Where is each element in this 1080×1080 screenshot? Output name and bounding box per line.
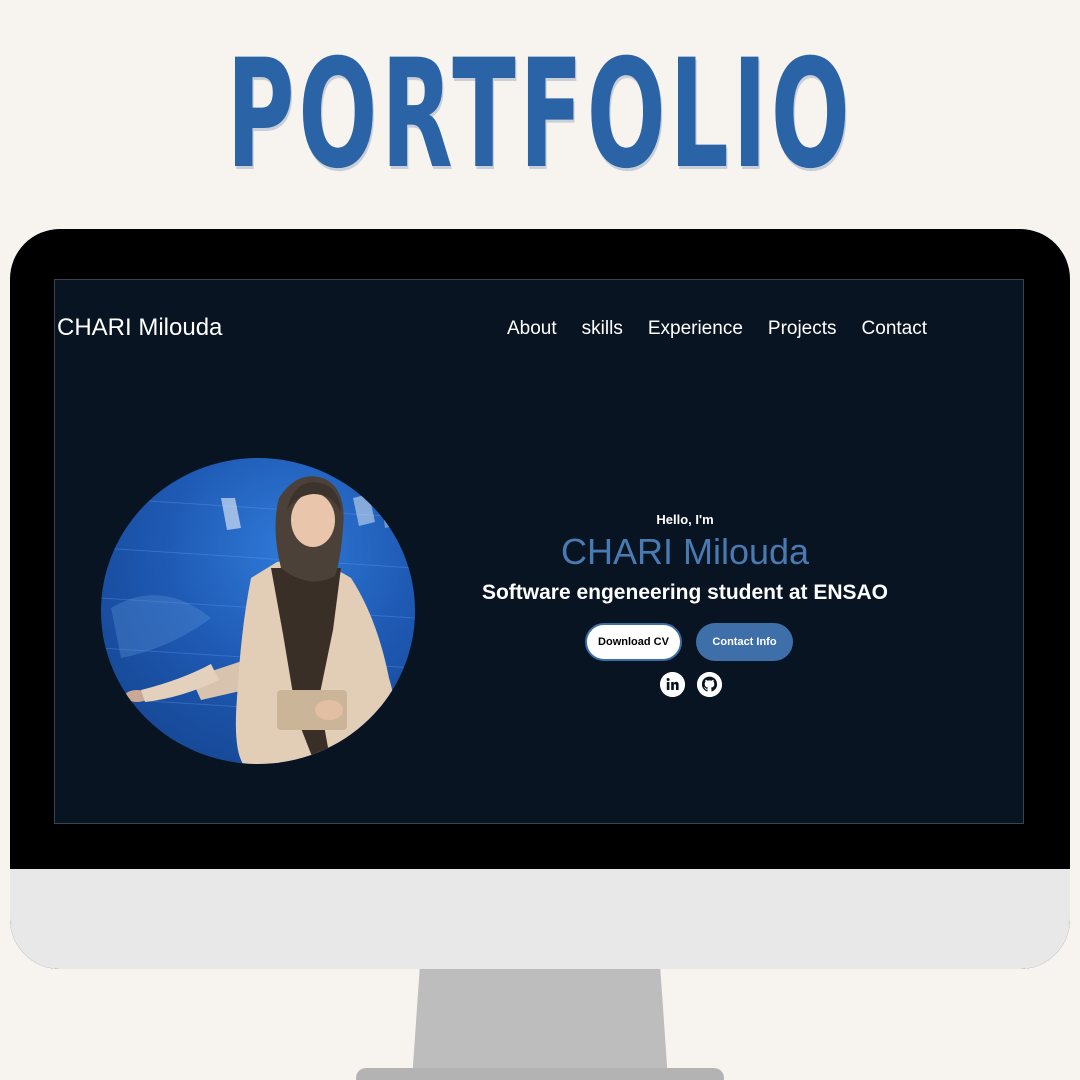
github-icon[interactable]: [697, 672, 722, 697]
profile-photo-illustration: [101, 476, 415, 764]
hero-section: Hello, I'm CHARI Milouda Software engene…: [435, 512, 935, 697]
profile-photo: [101, 458, 415, 764]
download-cv-button[interactable]: Download CV: [585, 623, 682, 661]
monitor-stand-base: [356, 1068, 724, 1080]
nav-contact[interactable]: Contact: [862, 318, 927, 340]
monitor-stand: [412, 969, 668, 1080]
hero-buttons: Download CV Contact Info: [443, 623, 935, 661]
site-brand[interactable]: CHARI Milouda: [57, 314, 222, 342]
portfolio-headline: PORTFOLIO: [226, 28, 854, 202]
monitor-chin: [10, 869, 1070, 969]
hero-name: CHARI Milouda: [560, 531, 810, 572]
linkedin-icon[interactable]: [660, 672, 685, 697]
nav-about[interactable]: About: [507, 318, 557, 340]
hero-greeting: Hello, I'm: [656, 512, 714, 527]
hero-subtitle: Software engeneering student at ENSAO: [481, 581, 889, 604]
nav-skills[interactable]: skills: [582, 318, 623, 340]
site-nav: About skills Experience Projects Contact: [507, 318, 927, 340]
social-links: [447, 672, 935, 697]
contact-info-button[interactable]: Contact Info: [696, 623, 793, 661]
nav-experience[interactable]: Experience: [648, 318, 743, 340]
nav-projects[interactable]: Projects: [768, 318, 837, 340]
website-screen: CHARI Milouda About skills Experience Pr…: [54, 279, 1024, 824]
